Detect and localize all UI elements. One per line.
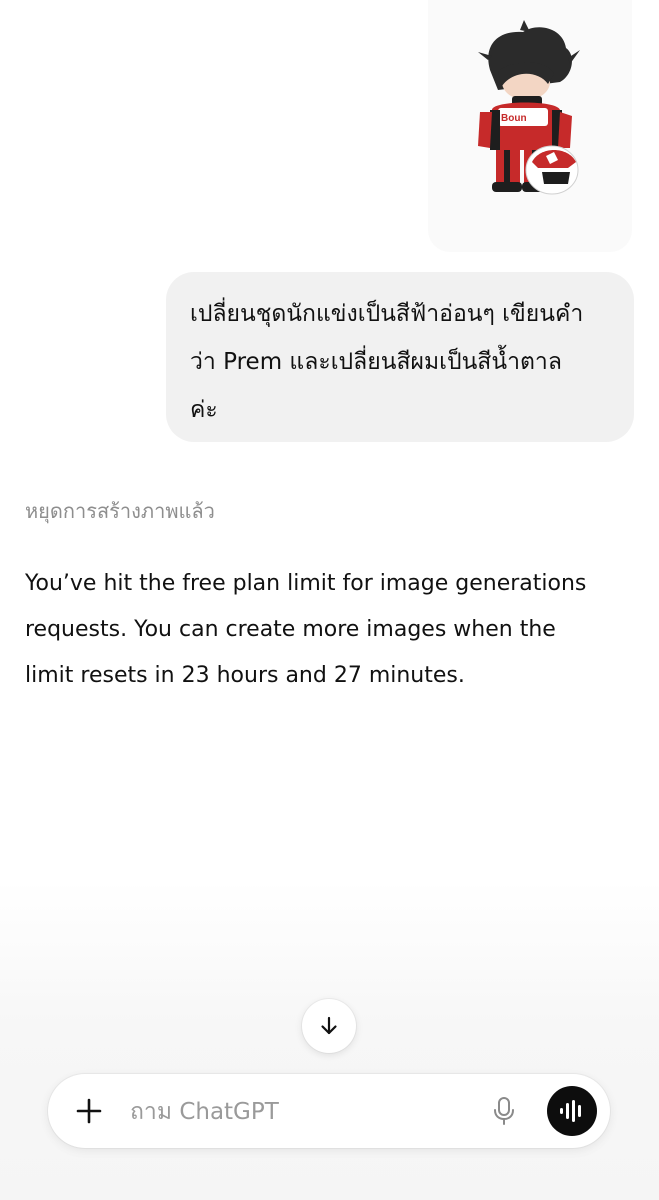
assistant-reply-line: requests. You can create more images whe… — [25, 617, 556, 642]
assistant-reply: You’ve hit the free plan limit for image… — [25, 561, 635, 699]
user-message-bubble[interactable]: เปลี่ยนชุดนักแข่งเป็นสีฟ้าอ่อนๆ เขียนคำ … — [166, 272, 634, 442]
attached-image[interactable]: Boun — [428, 0, 632, 252]
add-attachment-button[interactable] — [74, 1096, 104, 1126]
scroll-to-bottom-button[interactable] — [302, 999, 356, 1053]
chat-screen: Boun เปลี่ยนชุดนักแข่งเป็นสีฟ้าอ่อนๆ เขี… — [0, 0, 659, 1200]
jersey-text: Boun — [501, 113, 527, 124]
plus-icon — [76, 1098, 102, 1124]
user-message-line: ว่า Prem และเปลี่ยนสีผมเป็นสีน้ำตาล — [190, 349, 562, 375]
assistant-reply-line: limit resets in 23 hours and 27 minutes. — [25, 663, 465, 688]
message-input[interactable] — [128, 1092, 462, 1132]
message-composer — [48, 1074, 610, 1148]
user-message-line: เปลี่ยนชุดนักแข่งเป็นสีฟ้าอ่อนๆ เขียนคำ — [190, 301, 584, 327]
voice-mode-icon — [560, 1100, 581, 1122]
image-generation-stopped-status: หยุดการสร้างภาพแล้ว — [25, 499, 215, 523]
assistant-reply-line: You’ve hit the free plan limit for image… — [25, 571, 587, 596]
racer-sticker-icon: Boun — [478, 20, 580, 195]
arrow-down-icon — [321, 1016, 337, 1035]
voice-mode-button[interactable] — [547, 1086, 597, 1136]
microphone-icon — [494, 1097, 514, 1125]
user-message-line: ค่ะ — [190, 397, 218, 423]
dictation-button[interactable] — [488, 1095, 520, 1127]
